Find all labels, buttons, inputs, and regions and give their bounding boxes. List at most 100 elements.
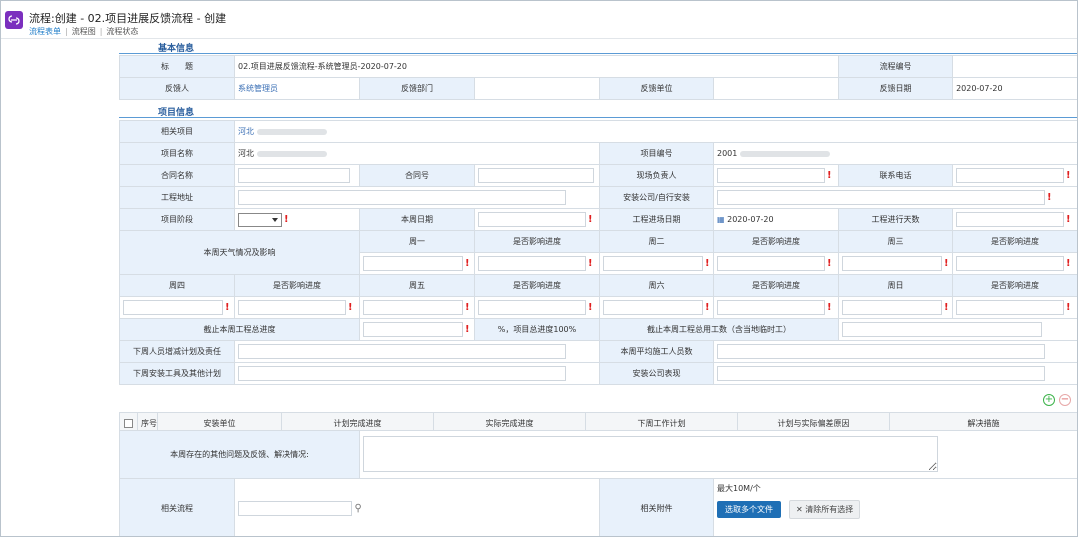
required-icon: ! (465, 258, 470, 269)
section-divider (119, 117, 1077, 118)
week-date-label: 本周日期 (359, 208, 475, 231)
mon-input[interactable] (363, 256, 463, 271)
attach-limit: 最大10M/个 (717, 484, 761, 493)
week-date-input[interactable] (478, 212, 586, 227)
row-controls: + − (1039, 394, 1071, 406)
reporter-link[interactable]: 系统管理员 (234, 77, 360, 100)
clear-all-button[interactable]: ✕ 清除所有选择 (789, 500, 861, 519)
select-all-checkbox[interactable] (124, 419, 133, 428)
add-row-icon[interactable]: + (1043, 394, 1055, 406)
calendar-icon[interactable]: ▦ (717, 215, 725, 224)
site-lead-input[interactable] (717, 168, 825, 183)
install-perf-label: 安装公司表现 (599, 362, 714, 385)
tab-flow-status[interactable]: 流程状态 (106, 26, 138, 37)
sun-input[interactable] (842, 300, 942, 315)
related-flow-input[interactable] (238, 501, 352, 516)
thu-cell: ! (119, 296, 235, 319)
required-icon: ! (465, 302, 470, 313)
mon-cell: ! (359, 252, 475, 275)
install-cell: ! (712, 186, 1077, 209)
attach-cell: 最大10M/个 选取多个文件 ✕ 清除所有选择 (713, 478, 1077, 536)
basic-info-table: 标 题 02.项目进展反馈流程-系统管理员-2020-07-20 流程编号 反馈… (119, 55, 1077, 100)
thu-input[interactable] (123, 300, 223, 315)
next-plan-input[interactable] (238, 344, 566, 359)
related-project-label: 相关项目 (119, 120, 235, 143)
days-input[interactable] (956, 212, 1064, 227)
required-icon: ! (827, 302, 832, 313)
install-perf-input[interactable] (717, 366, 1045, 381)
related-flow-cell: ⚲ (234, 478, 600, 536)
thu-affect-cell: ! (234, 296, 360, 319)
wed-input[interactable] (842, 256, 942, 271)
affect-header: 是否影响进度 (951, 230, 1077, 253)
sun-affect-input[interactable] (956, 300, 1064, 315)
wed-affect-input[interactable] (956, 256, 1064, 271)
address-cell (234, 186, 600, 209)
affect-header: 是否影响进度 (474, 230, 600, 253)
sun-cell: ! (838, 296, 953, 319)
fri-input[interactable] (363, 300, 463, 315)
tue-input[interactable] (603, 256, 703, 271)
required-icon: ! (348, 302, 353, 313)
stage-cell: ! (234, 208, 360, 231)
related-project-value[interactable]: 河北 (233, 120, 1077, 143)
redacted-text (256, 128, 327, 135)
project-name-label: 项目名称 (119, 142, 235, 165)
unit-label: 反馈单位 (599, 77, 714, 100)
thu-affect-input[interactable] (238, 300, 346, 315)
remove-row-icon[interactable]: − (1059, 394, 1071, 406)
entry-date-label: 工程进场日期 (599, 208, 714, 231)
address-label: 工程地址 (119, 186, 235, 209)
site-lead-cell: ! (713, 164, 839, 187)
tue-affect-input[interactable] (717, 256, 825, 271)
next-tools-input[interactable] (238, 366, 566, 381)
required-icon: ! (944, 302, 949, 313)
search-icon[interactable]: ⚲ (355, 503, 362, 514)
issues-cell (359, 430, 1077, 479)
issues-textarea[interactable] (363, 435, 938, 472)
title-value: 02.项目进展反馈流程-系统管理员-2020-07-20 (233, 55, 840, 78)
avg-workers-label: 本周平均施工人员数 (599, 340, 714, 363)
required-icon: ! (225, 302, 230, 313)
sat-input[interactable] (603, 300, 703, 315)
phone-input[interactable] (956, 168, 1064, 183)
contract-name-input[interactable] (238, 168, 350, 183)
tab-form[interactable]: 流程表单 (29, 26, 61, 37)
project-info-table: 相关项目 河北 项目名称 河北 项目编号 2001 合同名称 合同号 现场负责人… (119, 120, 1077, 385)
required-icon: ! (1066, 258, 1071, 269)
address-input[interactable] (238, 190, 566, 205)
redacted-text (256, 150, 327, 157)
weekday-sun: 周日 (838, 274, 953, 297)
entry-date-value: 2020-07-20 (727, 215, 774, 224)
required-icon: ! (827, 258, 832, 269)
contract-name-cell (234, 164, 360, 187)
avg-workers-cell (712, 340, 1077, 363)
progress-input[interactable] (363, 322, 463, 337)
close-icon: ✕ (796, 505, 806, 514)
redacted-text (739, 150, 830, 157)
mon-affect-input[interactable] (478, 256, 586, 271)
affect-header: 是否影响进度 (474, 274, 600, 297)
date-value: 2020-07-20 (952, 77, 1077, 100)
date-label: 反馈日期 (838, 77, 954, 100)
stage-select[interactable] (238, 212, 282, 227)
title-label: 标 题 (119, 55, 235, 78)
required-icon: ! (1066, 302, 1071, 313)
contract-no-cell (474, 164, 600, 187)
fri-affect-input[interactable] (478, 300, 586, 315)
avg-workers-input[interactable] (717, 344, 1045, 359)
sat-affect-input[interactable] (717, 300, 825, 315)
install-input[interactable] (717, 190, 1045, 205)
week-date-cell: ! (474, 208, 600, 231)
weather-label: 本周天气情况及影响 (119, 230, 360, 275)
project-no-value: 2001 (712, 142, 1077, 165)
install-label: 安装公司/自行安装 (599, 186, 714, 209)
project-no-label: 项目编号 (599, 142, 714, 165)
tab-flowchart[interactable]: 流程图 (72, 26, 96, 37)
select-files-button[interactable]: 选取多个文件 (717, 501, 781, 518)
entry-date-cell[interactable]: ▦ 2020-07-20 (713, 208, 839, 231)
page-title: 流程:创建 - 02.项目进展反馈流程 - 创建 (29, 12, 227, 25)
contract-no-input[interactable] (478, 168, 594, 183)
wed-cell: ! (838, 252, 953, 275)
labor-input[interactable] (842, 322, 1042, 337)
